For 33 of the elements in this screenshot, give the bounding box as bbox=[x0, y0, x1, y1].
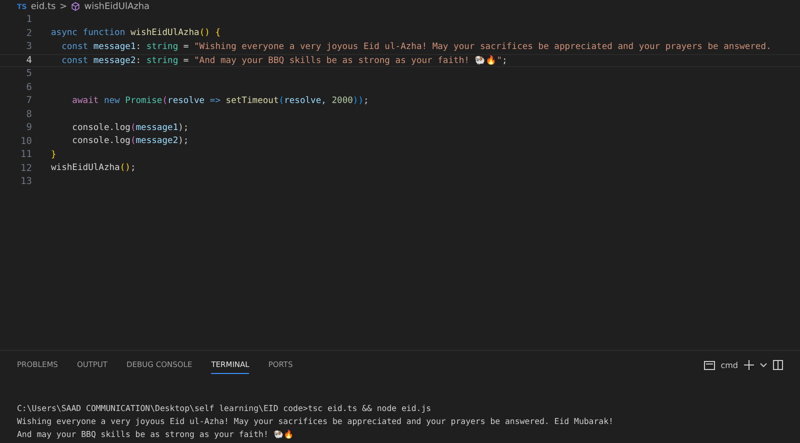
terminal-output-line: C:\Users\SAAD COMMUNICATION\Desktop\self learning\EID code>tsc eid.ts && node eid.js bbox=[17, 402, 432, 415]
shell-label[interactable]: cmd bbox=[720, 360, 738, 370]
code-line: const message1: string = "Wishing everyone a very joyous Eid ul-Azha! May your sacrifices be appreciated and your prayers be answered. bbox=[60, 42, 772, 52]
breadcrumb-symbol[interactable]: wishEidUlAzha bbox=[84, 2, 150, 12]
line-number: 8 bbox=[25, 108, 32, 120]
line-number: 7 bbox=[25, 95, 32, 106]
code-line: await new Promise(resolve => setTimeout(resolve, 2000)); bbox=[71, 96, 369, 106]
line-number: 5 bbox=[25, 68, 32, 80]
breadcrumb-file[interactable]: eid.ts bbox=[30, 2, 56, 12]
code-line: async function wishEidUlAzha() { bbox=[51, 28, 220, 38]
code-line: wishEidUlAzha(); bbox=[51, 163, 136, 174]
line-number: 4 bbox=[25, 54, 32, 66]
code-line: console.log(message1); bbox=[71, 122, 189, 133]
line-number: 11 bbox=[20, 149, 32, 160]
split-panel-icon[interactable] bbox=[773, 360, 783, 370]
terminal-icon bbox=[704, 360, 715, 370]
line-number: 6 bbox=[25, 82, 32, 93]
code-line: console.log(message2); bbox=[71, 136, 189, 146]
plus-icon[interactable] bbox=[744, 360, 754, 370]
code-line: const message2: string = "And may your BBQ skills be as strong as your faith! 🐏🔥"; bbox=[60, 54, 508, 66]
line-number: 3 bbox=[25, 41, 32, 52]
chevron-down-icon[interactable] bbox=[760, 362, 767, 368]
line-number: 2 bbox=[25, 28, 32, 39]
breadcrumb-separator: > bbox=[60, 2, 68, 12]
line-number: 10 bbox=[20, 136, 32, 147]
code-line: } bbox=[51, 150, 56, 160]
cube-icon bbox=[71, 2, 80, 11]
line-number: 1 bbox=[25, 14, 32, 26]
line-number: 9 bbox=[25, 122, 32, 134]
terminal-output-line: Wishing everyone a very joyous Eid ul-Azha! May your sacrifices be appreciated and your prayers be answered. Eid Mubarak! bbox=[17, 415, 614, 428]
terminal-output-line: And may your BBQ skills be as strong as your faith! 🐏🔥 bbox=[17, 428, 294, 441]
line-number: 12 bbox=[20, 162, 32, 174]
line-number: 13 bbox=[20, 176, 32, 188]
